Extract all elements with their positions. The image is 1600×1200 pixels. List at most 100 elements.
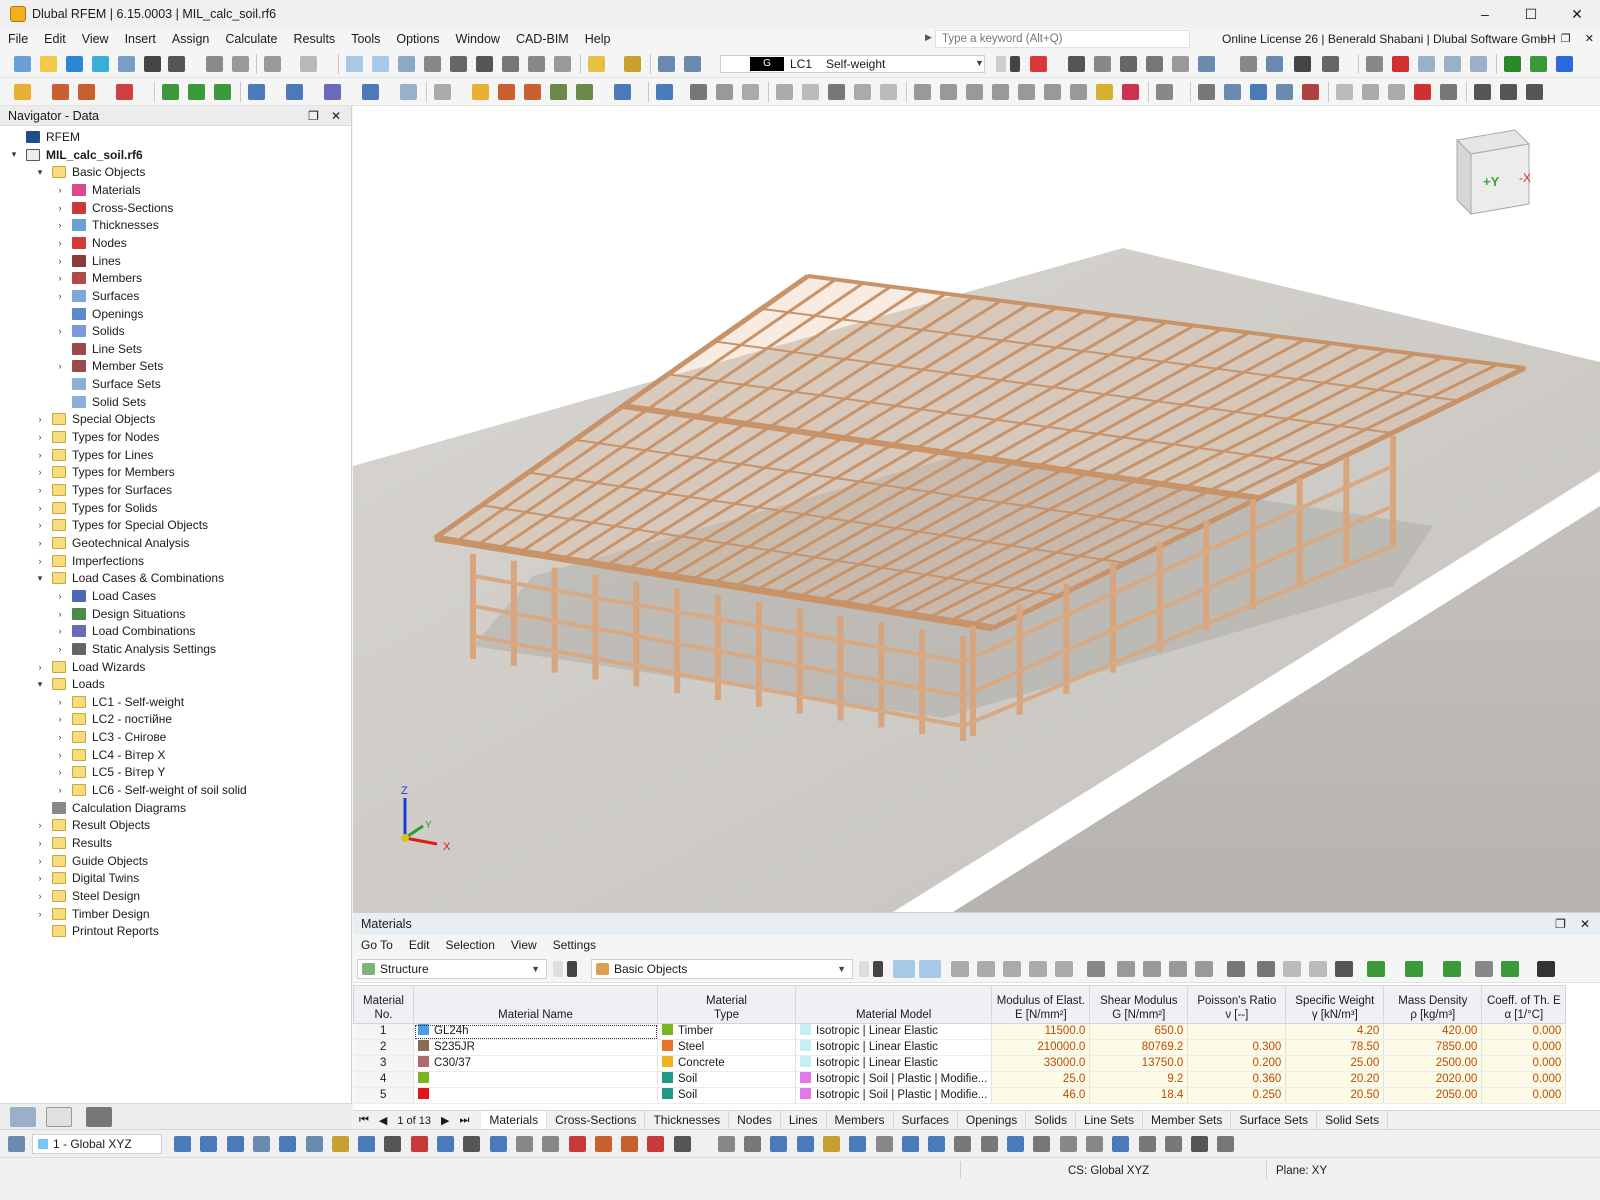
cell-gamma[interactable]: 25.00	[1285, 1055, 1385, 1072]
materials-menu-goto[interactable]: Go To	[353, 938, 401, 952]
tree-item[interactable]: Surface Sets	[54, 375, 161, 393]
view-tool-14-icon[interactable]	[515, 1136, 533, 1152]
tree-item[interactable]: › Result Objects	[34, 816, 151, 834]
axis-z-icon[interactable]	[1556, 56, 1573, 72]
fx-icon[interactable]	[1335, 961, 1353, 977]
cell-type[interactable]: Soil	[657, 1071, 796, 1088]
view-tool-24-icon[interactable]	[796, 1136, 814, 1152]
scatter-icon[interactable]	[854, 84, 871, 100]
tree-item[interactable]: › Types for Special Objects	[34, 516, 209, 534]
frame-icon[interactable]	[742, 84, 759, 100]
view-tool-9-icon[interactable]	[384, 1136, 402, 1152]
dim1-icon[interactable]	[914, 84, 931, 100]
menu-calculate[interactable]: Calculate	[217, 28, 285, 50]
tree-item[interactable]: › Members	[54, 269, 143, 287]
insert-row-icon[interactable]	[977, 961, 995, 977]
array-icon[interactable]	[614, 84, 631, 100]
undo-icon[interactable]	[264, 56, 281, 72]
view-tool-16-icon[interactable]	[568, 1136, 586, 1152]
cube-tool-icon[interactable]	[400, 84, 417, 100]
view-tool-18-icon[interactable]	[621, 1136, 639, 1152]
workplane-icon[interactable]	[8, 1136, 25, 1152]
cell-no[interactable]: 3	[353, 1055, 414, 1072]
report-icon[interactable]	[232, 56, 249, 72]
tree-item[interactable]: › Surfaces	[54, 287, 140, 305]
pick-multi-icon[interactable]	[919, 960, 941, 978]
solid-view2-icon[interactable]	[828, 84, 845, 100]
prev-objects-icon[interactable]	[859, 961, 869, 977]
prev-page-icon[interactable]: ◀	[379, 1114, 387, 1127]
animation-icon[interactable]	[1266, 56, 1283, 72]
chevron-right-icon[interactable]: ›	[54, 644, 66, 654]
cell-nu[interactable]: 0.300	[1187, 1039, 1287, 1056]
delete-row-icon[interactable]	[1087, 961, 1105, 977]
chevron-down-icon[interactable]: ▾	[34, 167, 46, 178]
cell-gamma[interactable]: 78.50	[1285, 1039, 1385, 1056]
console-icon[interactable]	[450, 56, 467, 72]
view-tool-3-icon[interactable]	[226, 1136, 244, 1152]
chevron-right-icon[interactable]: ›	[54, 767, 66, 777]
table-icon[interactable]	[951, 961, 969, 977]
cell-model[interactable]: Isotropic | Soil | Plastic | Modifie...	[795, 1071, 993, 1088]
cell-alpha[interactable]: 0.000	[1481, 1087, 1567, 1104]
tree-item[interactable]: ▾ Loads	[34, 675, 105, 693]
menu-file[interactable]: File	[0, 28, 36, 50]
menu-insert[interactable]: Insert	[117, 28, 164, 50]
cell-gamma[interactable]: 4.20	[1285, 1023, 1385, 1040]
chevron-right-icon[interactable]: ›	[54, 732, 66, 742]
open-icon[interactable]	[40, 56, 57, 72]
cell-gamma[interactable]: 20.20	[1285, 1071, 1385, 1088]
excel-export-icon[interactable]	[1405, 961, 1423, 977]
tab-members[interactable]: Members	[827, 1111, 894, 1130]
view-tool-10-icon[interactable]	[410, 1136, 428, 1152]
view-tool-22-icon[interactable]	[744, 1136, 761, 1152]
guide-icon[interactable]	[1156, 84, 1173, 100]
chevron-right-icon[interactable]: ›	[54, 361, 66, 371]
cell-e[interactable]: 25.0	[991, 1071, 1091, 1088]
chevron-down-icon[interactable]: ▼	[975, 58, 984, 68]
chevron-right-icon[interactable]: ›	[54, 626, 66, 636]
cell-rho[interactable]: 2020.00	[1383, 1071, 1483, 1088]
cell-nu[interactable]: 0.250	[1187, 1087, 1287, 1104]
chevron-right-icon[interactable]: ›	[54, 326, 66, 336]
cell-g[interactable]: 9.2	[1089, 1071, 1189, 1088]
cell-no[interactable]: 2	[353, 1039, 414, 1056]
results-icon[interactable]	[1030, 56, 1047, 72]
rotate-icon[interactable]	[1362, 84, 1379, 100]
cell-g[interactable]: 650.0	[1089, 1023, 1189, 1040]
col-type[interactable]: Material Type	[657, 985, 796, 1024]
model-icon[interactable]	[118, 56, 135, 72]
basic-objects-combo[interactable]: Basic Objects ▼	[591, 959, 853, 979]
minimize-button[interactable]: –	[1462, 0, 1508, 28]
tree-item[interactable]: › Load Combinations	[54, 622, 196, 640]
tree-item[interactable]: › Types for Nodes	[34, 428, 160, 446]
print-icon[interactable]	[168, 56, 185, 72]
tree-item[interactable]: › LC1 - Self-weight	[54, 693, 185, 711]
tree-item[interactable]: › Member Sets	[54, 357, 164, 375]
next-structure-icon[interactable]	[567, 961, 577, 977]
deformation-icon[interactable]	[1172, 56, 1189, 72]
stack2-icon[interactable]	[1500, 84, 1517, 100]
cell-alpha[interactable]: 0.000	[1481, 1039, 1567, 1056]
axis-y-icon[interactable]	[1530, 56, 1547, 72]
copy-row-icon[interactable]	[1029, 961, 1047, 977]
cell-g[interactable]: 13750.0	[1089, 1055, 1189, 1072]
tab-openings[interactable]: Openings	[958, 1111, 1027, 1130]
tree-item[interactable]: › LC6 - Self-weight of soil solid	[54, 781, 247, 799]
chevron-right-icon[interactable]: ›	[54, 273, 66, 283]
menu-cad-bim[interactable]: CAD-BIM	[508, 28, 577, 50]
cell-alpha[interactable]: 0.000	[1481, 1071, 1567, 1088]
divide-icon[interactable]	[498, 84, 515, 100]
menu-view[interactable]: View	[74, 28, 117, 50]
line-tool-icon[interactable]	[52, 84, 69, 100]
dim7-icon[interactable]	[1070, 84, 1087, 100]
table-row[interactable]: 2 S235JR Steel Isotropic | Linear Elastic 21…	[353, 1039, 1567, 1056]
cell-model[interactable]: Isotropic | Soil | Plastic | Modifie...	[795, 1087, 993, 1104]
structure-combo[interactable]: Structure ▼	[357, 959, 547, 979]
menu-options[interactable]: Options	[388, 28, 447, 50]
node-tool-icon[interactable]	[14, 84, 31, 100]
view-tool-5-icon[interactable]	[279, 1136, 297, 1152]
cell-name[interactable]	[413, 1071, 658, 1088]
col-g[interactable]: Shear Modulus G [N/mm²]	[1089, 985, 1189, 1024]
tree-item[interactable]: Openings	[54, 305, 143, 323]
